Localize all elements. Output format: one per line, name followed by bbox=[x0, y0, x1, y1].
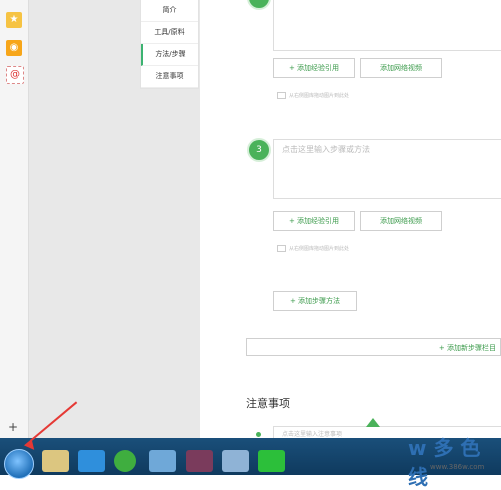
add-video-button-step2[interactable]: 添加网络视频 bbox=[360, 58, 442, 78]
toc-item-steps[interactable]: 方法/步骤 bbox=[141, 44, 198, 66]
toc-nav: 简介 工具/原料 方法/步骤 注意事项 bbox=[140, 0, 199, 89]
image-hint-step2: 从右侧图库拖动图片到此处 bbox=[277, 92, 349, 99]
notes-bullet bbox=[256, 432, 261, 437]
add-experience-button-step2[interactable]: + 添加经验引用 bbox=[273, 58, 355, 78]
toc-item-notes[interactable]: 注意事项 bbox=[141, 66, 198, 88]
left-sidebar: ★ ◉ @ + bbox=[0, 0, 29, 438]
notes-section-title: 注意事项 bbox=[246, 397, 290, 410]
image-hint-step3: 从右侧图库拖动图片到此处 bbox=[277, 245, 349, 252]
toc-item-tools[interactable]: 工具/原料 bbox=[141, 22, 198, 44]
image-viewer-icon[interactable] bbox=[222, 450, 249, 472]
step-number-3: 3 bbox=[247, 138, 271, 162]
weibo-icon[interactable]: ◉ bbox=[6, 40, 22, 56]
add-video-button-step3[interactable]: 添加网络视频 bbox=[360, 211, 442, 231]
star-icon[interactable]: ★ bbox=[6, 12, 22, 28]
mention-icon[interactable]: @ bbox=[6, 66, 24, 84]
add-icon[interactable]: + bbox=[8, 420, 18, 434]
browser-icon[interactable] bbox=[114, 450, 136, 472]
toc-item-intro[interactable]: 简介 bbox=[141, 0, 198, 22]
game-app-icon[interactable] bbox=[186, 450, 213, 472]
step3-placeholder: 点击这里输入步骤或方法 bbox=[282, 145, 370, 154]
paper-plane-app-icon[interactable] bbox=[78, 450, 105, 472]
wechat-icon[interactable] bbox=[258, 450, 285, 472]
notes-placeholder: 点击这里输入注意事项 bbox=[282, 431, 343, 438]
collapse-triangle-icon[interactable] bbox=[366, 418, 380, 427]
watermark-logo: w 多 色 线 bbox=[408, 436, 481, 489]
image-icon bbox=[277, 245, 286, 252]
image-icon bbox=[277, 92, 286, 99]
step2-textbox[interactable] bbox=[273, 0, 501, 51]
add-new-step-section-button[interactable]: + 添加新步骤栏目 bbox=[246, 338, 501, 356]
add-experience-button-step3[interactable]: + 添加经验引用 bbox=[273, 211, 355, 231]
file-explorer-icon[interactable] bbox=[42, 450, 69, 472]
watermark-url: www.386w.com bbox=[430, 463, 485, 471]
add-step-method-button[interactable]: + 添加步骤方法 bbox=[273, 291, 357, 311]
blue-app-icon[interactable] bbox=[149, 450, 176, 472]
